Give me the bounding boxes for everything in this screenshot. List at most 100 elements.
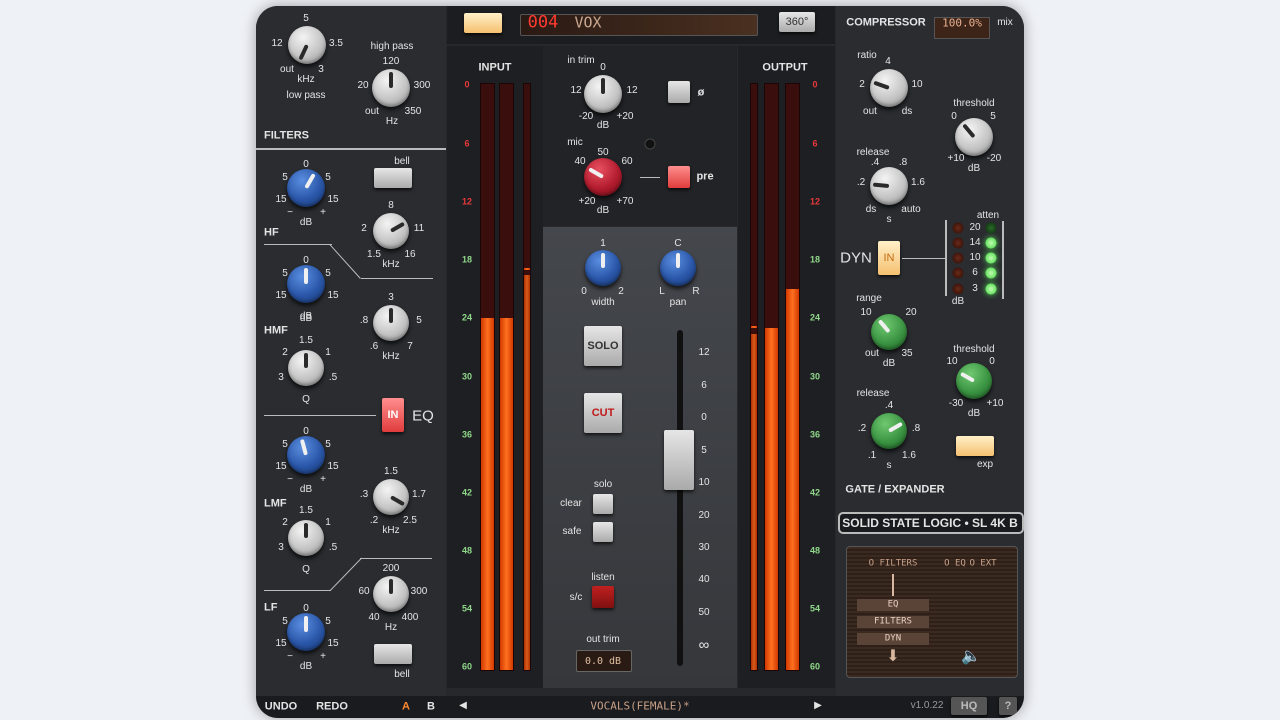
- cut-button[interactable]: CUT: [584, 393, 622, 433]
- hmf-label: HMF: [264, 324, 288, 337]
- low-pass-knob[interactable]: [288, 26, 326, 64]
- redo-button[interactable]: REDO: [316, 701, 348, 713]
- speaker-icon[interactable]: 🔈: [961, 649, 981, 665]
- lmf-q-knob[interactable]: [288, 520, 324, 556]
- scale-label: 5: [325, 439, 331, 450]
- scale-label: 0: [581, 286, 587, 297]
- range-knob[interactable]: [871, 314, 907, 350]
- lf-divider-2: [264, 590, 331, 591]
- routing-option[interactable]: O EQ: [944, 559, 966, 569]
- solo-clear-button[interactable]: [593, 494, 613, 514]
- undo-button[interactable]: UNDO: [265, 701, 297, 713]
- scale-label: 3: [388, 292, 394, 303]
- unit-label: dB: [596, 120, 610, 131]
- meter-fill: [500, 318, 513, 670]
- solo-safe-button[interactable]: [593, 522, 613, 542]
- atten-scale-label: 3: [972, 283, 978, 294]
- pre-button[interactable]: [668, 166, 690, 188]
- output-scale-label: 54: [809, 603, 821, 614]
- ratio-knob[interactable]: [870, 69, 908, 107]
- next-preset-button[interactable]: ▶: [814, 701, 822, 711]
- dyn-in-button[interactable]: IN: [878, 241, 900, 275]
- routing-option[interactable]: O FILTERS: [869, 559, 918, 569]
- input-meter-bar: [480, 83, 495, 671]
- unit-label: dB: [299, 661, 313, 672]
- lf-bell-button[interactable]: [374, 644, 412, 664]
- scale-label: 0: [303, 255, 309, 266]
- high-pass-knob[interactable]: [372, 69, 410, 107]
- scale-label: .2: [857, 423, 867, 434]
- in-trim-knob[interactable]: [584, 75, 622, 113]
- scale-label: 40: [368, 612, 380, 623]
- knob-pointer: [304, 616, 308, 632]
- hf-bell-button[interactable]: [374, 168, 412, 188]
- ab-a-button[interactable]: A: [402, 701, 410, 713]
- scale-label: 300: [410, 586, 428, 597]
- input-meter-bar: [523, 83, 531, 671]
- gate-release-knob[interactable]: [871, 413, 907, 449]
- fader-scale-label: 12: [698, 347, 710, 358]
- atten-led-red: [952, 222, 964, 234]
- lmf-freq-knob[interactable]: [373, 479, 409, 515]
- knob-pointer: [304, 353, 308, 368]
- pan-label: pan: [669, 297, 687, 308]
- power-button[interactable]: [464, 13, 502, 33]
- eq-in-button[interactable]: IN: [382, 398, 404, 432]
- unit-label: dB: [882, 358, 896, 369]
- bell-label: bell: [394, 669, 410, 680]
- scale-label: 10: [911, 79, 923, 90]
- hf-label: HF: [264, 226, 279, 239]
- scale-label: 5: [325, 172, 331, 183]
- version-label: v1.0.22: [910, 700, 944, 711]
- knob-pointer: [389, 72, 393, 88]
- fader-handle[interactable]: [664, 430, 694, 490]
- hmf-q-knob[interactable]: [288, 350, 324, 386]
- scale-label: 1.5: [367, 249, 381, 260]
- gate-release-label: release: [856, 388, 890, 399]
- phase-invert-button[interactable]: [668, 81, 690, 103]
- routing-option[interactable]: O EXT: [969, 559, 996, 569]
- help-button[interactable]: ?: [999, 697, 1017, 715]
- routing-chain-item: FILTERS: [874, 616, 912, 627]
- hmf-freq-knob[interactable]: [373, 305, 409, 341]
- in-trim-label: in trim: [567, 55, 595, 66]
- atten-led-red: [952, 237, 964, 249]
- exp-button[interactable]: [956, 436, 994, 456]
- listen-sc-button[interactable]: [592, 586, 614, 608]
- lf-gain-knob[interactable]: [287, 613, 325, 651]
- prev-preset-button[interactable]: ◀: [459, 701, 467, 711]
- hmf-gain-knob[interactable]: [287, 265, 325, 303]
- hf-freq-knob[interactable]: [373, 213, 409, 249]
- gate-threshold-knob[interactable]: [956, 363, 992, 399]
- scale-label: 8: [388, 200, 394, 211]
- pan-knob[interactable]: [660, 250, 696, 286]
- knob-pointer: [962, 123, 976, 139]
- fader-scale-label: 20: [698, 510, 710, 521]
- preset-name-footer[interactable]: VOCALS(FEMALE)*: [590, 701, 689, 712]
- ab-b-button[interactable]: B: [427, 701, 435, 713]
- width-knob[interactable]: [585, 250, 621, 286]
- scale-label: +: [320, 207, 326, 218]
- scale-label: 60: [358, 586, 370, 597]
- knob-pointer: [304, 173, 316, 189]
- knob-pointer: [304, 268, 308, 284]
- scale-label: +20: [578, 196, 596, 207]
- lf-freq-knob[interactable]: [373, 576, 409, 612]
- lmf-gain-knob[interactable]: [287, 436, 325, 474]
- scale-label: +20: [616, 111, 634, 122]
- hf-gain-knob[interactable]: [287, 169, 325, 207]
- dyn-line: [902, 258, 945, 259]
- solo-button[interactable]: SOLO: [584, 326, 622, 366]
- mic-gain-knob[interactable]: [584, 158, 622, 196]
- comp-threshold-knob[interactable]: [955, 118, 993, 156]
- scale-label: 12: [271, 38, 283, 49]
- comp-release-knob[interactable]: [870, 167, 908, 205]
- scale-label: 15: [275, 290, 287, 301]
- scale-label: 2.5: [403, 515, 417, 526]
- scale-label: 1.6: [911, 177, 925, 188]
- hq-button[interactable]: HQ: [951, 697, 987, 715]
- scale-label: out: [863, 106, 877, 117]
- view-360-button[interactable]: 360°: [779, 12, 815, 32]
- scale-label: 0: [951, 111, 957, 122]
- scale-label: 50: [597, 147, 609, 158]
